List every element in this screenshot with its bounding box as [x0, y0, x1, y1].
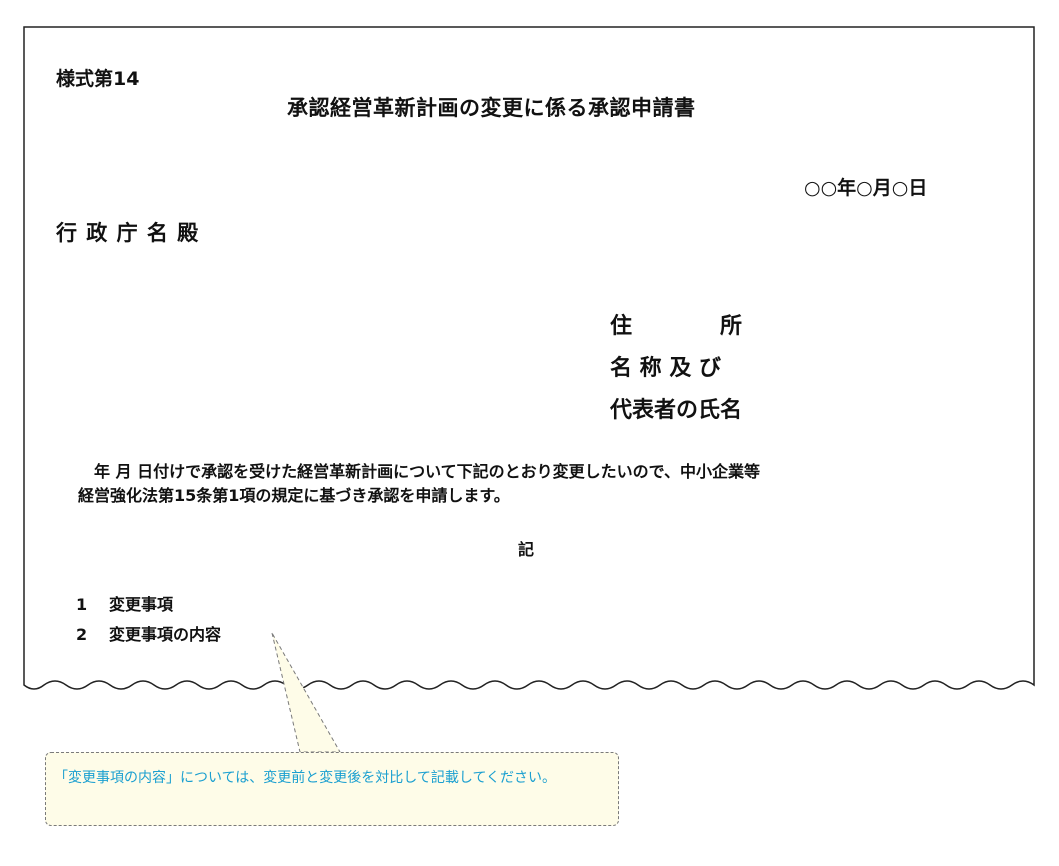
note-text: 「変更事項の内容」については、変更前と変更後を対比して記載してください。	[54, 770, 557, 786]
item-label: 変更事項	[109, 595, 174, 614]
document-frame	[23, 26, 1035, 753]
list-item: 2 変更事項の内容	[76, 621, 221, 645]
addressee: 行 政 庁 名 殿	[56, 221, 200, 245]
application-body: 年 月 日付けで承認を受けた経営革新計画について下記のとおり変更したいので、中小…	[78, 460, 760, 508]
wavy-torn-border	[23, 26, 1035, 690]
applicant-name-label: 名 称 及 び	[610, 356, 721, 381]
applicant-block: 住 所 名 称 及 び 代表者の氏名	[610, 312, 742, 438]
document-date: ○○年○月○日	[804, 177, 928, 199]
document-title: 承認経営革新計画の変更に係る承認申請書	[287, 96, 696, 120]
applicant-address-label: 住 所	[610, 314, 743, 339]
note-callout: 「変更事項の内容」については、変更前と変更後を対比して記載してください。	[45, 752, 619, 826]
ki-heading: 記	[518, 540, 535, 559]
item-label: 変更事項の内容	[109, 625, 222, 644]
body-line-1: 年 月 日付けで承認を受けた経営革新計画について下記のとおり変更したいので、中小…	[94, 462, 761, 481]
list-item: 1 変更事項	[76, 591, 173, 615]
item-number: 1	[76, 595, 88, 614]
applicant-representative-label: 代表者の氏名	[610, 398, 743, 423]
form-number: 様式第14	[56, 68, 140, 90]
body-line-2: 経営強化法第15条第1項の規定に基づき承認を申請します。	[78, 486, 510, 505]
item-number: 2	[76, 625, 88, 644]
